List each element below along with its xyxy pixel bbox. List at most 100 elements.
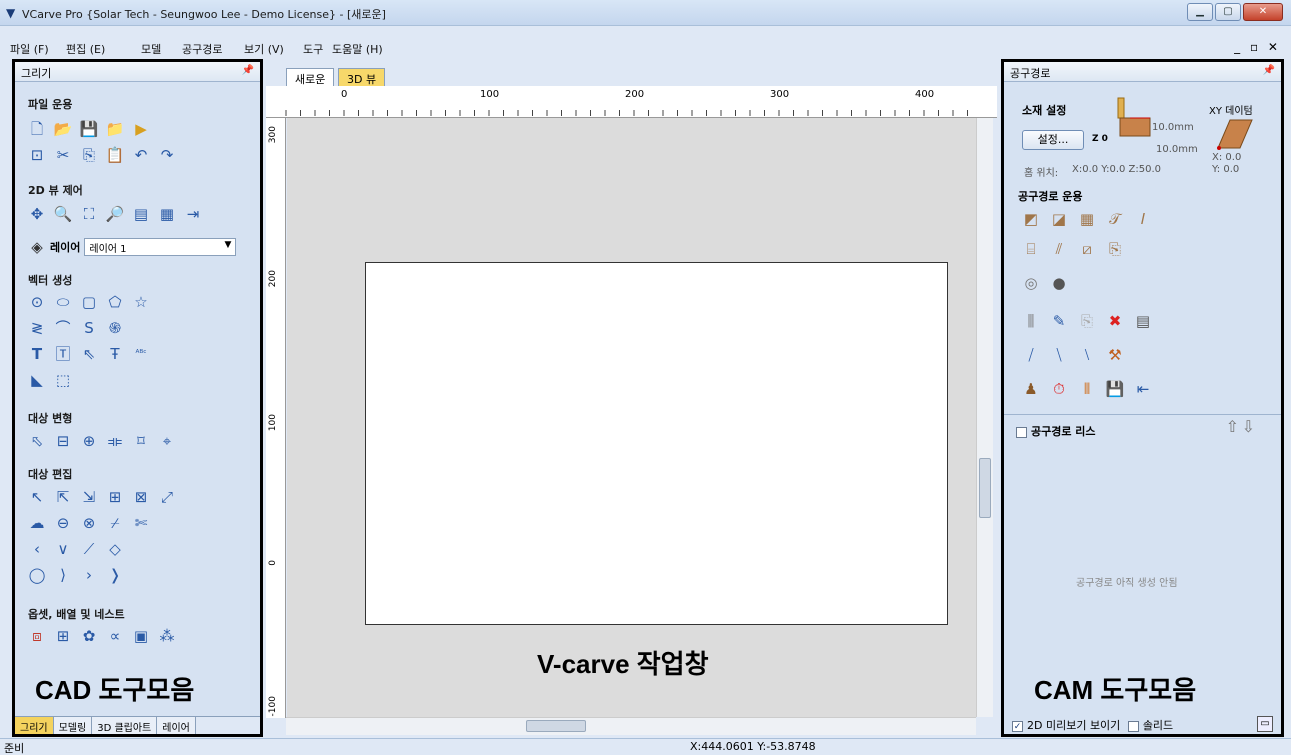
select-icon[interactable]: ↖: [28, 488, 46, 506]
chevron-icon[interactable]: ‹: [28, 540, 46, 558]
curve-icon[interactable]: S: [80, 319, 98, 337]
weld-icon[interactable]: ☁: [28, 514, 46, 532]
offset-icon[interactable]: ⧈: [28, 627, 46, 645]
new-file-icon[interactable]: 🗋: [28, 120, 46, 138]
circle-icon[interactable]: ⊙: [28, 293, 46, 311]
tool-database-icon[interactable]: ⫼: [1022, 312, 1040, 330]
move-up-icon[interactable]: ⇧: [1226, 417, 1239, 436]
import-vector-icon[interactable]: ◣: [28, 371, 46, 389]
circular-array-icon[interactable]: ✿: [80, 627, 98, 645]
time-estimate-icon[interactable]: ⏱: [1050, 380, 1068, 398]
preview-all-icon[interactable]: ⧹: [1050, 346, 1068, 364]
open-file-icon[interactable]: 📂: [54, 120, 73, 138]
move-icon[interactable]: ⬁: [28, 432, 46, 450]
zoom-box-icon[interactable]: 🔍: [54, 205, 73, 223]
pan-icon[interactable]: ✥: [28, 205, 46, 223]
xy-datum-diagram[interactable]: [1214, 116, 1254, 152]
dimension-icon[interactable]: ⬚: [54, 371, 72, 389]
export-toolpath-icon[interactable]: ⇤: [1134, 380, 1152, 398]
delete-toolpath-icon[interactable]: ✖: [1106, 312, 1124, 330]
material-setup-button[interactable]: 설정...: [1022, 130, 1084, 150]
vertical-scrollbar[interactable]: [976, 118, 993, 717]
import-bitmap-icon[interactable]: ▶: [132, 120, 150, 138]
prism-toolpath-icon[interactable]: ⧄: [1078, 240, 1096, 258]
polygon-icon[interactable]: ⬠: [106, 293, 124, 311]
tab-layers[interactable]: 레이어: [157, 717, 196, 734]
preview-checkbox[interactable]: [1012, 720, 1023, 732]
polyline-icon[interactable]: ≷: [28, 319, 46, 337]
engrave-toolpath-icon[interactable]: 𝐼: [1134, 210, 1152, 228]
anchor-tool-icon[interactable]: ♟: [1022, 380, 1040, 398]
text-icon[interactable]: T: [28, 345, 46, 363]
curve-fit-icon[interactable]: ❭: [106, 566, 124, 584]
horizontal-scrollbar[interactable]: [286, 717, 976, 735]
toolpath-list-checkbox[interactable]: [1016, 426, 1027, 438]
calculator-icon[interactable]: ▤: [1134, 312, 1152, 330]
copy-toolpath-icon[interactable]: ⎘: [1078, 312, 1096, 330]
pin-icon[interactable]: 📌: [242, 65, 254, 76]
extend-icon[interactable]: ⟋: [80, 540, 98, 558]
tab-3d-view[interactable]: 3D 뷰: [338, 68, 386, 86]
save-icon[interactable]: 💾: [80, 120, 99, 138]
spiral-icon[interactable]: ֍: [106, 319, 124, 337]
center-icon[interactable]: ⌖: [158, 432, 176, 450]
solid-checkbox[interactable]: [1127, 720, 1139, 732]
array-grid-icon[interactable]: ⊞: [54, 627, 72, 645]
drawing-canvas[interactable]: V-carve 작업창: [287, 118, 983, 717]
tab-clipart[interactable]: 3D 클립아트: [92, 717, 158, 734]
vertical-scroll-thumb[interactable]: [979, 458, 991, 518]
mdi-controls[interactable]: _ ▫ ✕: [1234, 40, 1281, 54]
bracket-icon[interactable]: ›: [80, 566, 98, 584]
menu-model[interactable]: 모델: [141, 41, 161, 57]
scale-icon[interactable]: ⊟: [54, 432, 72, 450]
profile-toolpath-icon[interactable]: ◩: [1022, 210, 1040, 228]
menu-toolpaths[interactable]: 공구경로: [182, 41, 222, 57]
subtract-icon[interactable]: ⊖: [54, 514, 72, 532]
paste-icon[interactable]: 📋: [106, 146, 125, 164]
trim-icon[interactable]: ⌿: [106, 514, 124, 532]
inlay-toolpath-icon[interactable]: ⎘: [1106, 240, 1124, 258]
star-icon[interactable]: ☆: [132, 293, 150, 311]
pin-icon[interactable]: 📌: [1263, 65, 1275, 76]
save-toolpath-icon[interactable]: 💾: [1106, 380, 1125, 398]
nest-parts-icon[interactable]: ⁂: [158, 627, 176, 645]
horizontal-scroll-thumb[interactable]: [526, 720, 586, 732]
layer-dropdown[interactable]: 레이어 1 ▼: [84, 238, 237, 256]
distort-icon[interactable]: ⌑: [132, 432, 150, 450]
maximize-button[interactable]: ▢: [1215, 3, 1241, 21]
menu-file[interactable]: 파일 (F): [10, 41, 49, 57]
group-icon[interactable]: ⊞: [106, 488, 124, 506]
tab-modeling[interactable]: 모델링: [53, 717, 93, 734]
measure-icon[interactable]: ⤢: [158, 488, 176, 506]
cut-icon[interactable]: ✂: [54, 146, 72, 164]
view-grid-icon[interactable]: ▤: [132, 205, 150, 223]
copy-icon[interactable]: ⎘: [80, 146, 98, 164]
nest-icon[interactable]: ▣: [132, 627, 150, 645]
pocket-toolpath-icon[interactable]: ◪: [1050, 210, 1068, 228]
menu-view[interactable]: 보기 (V): [244, 41, 284, 57]
preview-toolpath-icon[interactable]: ⧸: [1022, 346, 1040, 364]
text-edit-icon[interactable]: Ŧ: [106, 345, 124, 363]
zoom-fit-icon[interactable]: ⛶: [80, 205, 98, 223]
menu-edit[interactable]: 편집 (E): [66, 41, 105, 57]
menu-help[interactable]: 도움말 (H): [332, 41, 383, 57]
node-edit-icon[interactable]: ⇱: [54, 488, 72, 506]
view-layout-icon[interactable]: ▦: [158, 205, 176, 223]
minimize-button[interactable]: ▁: [1187, 3, 1213, 21]
ungroup-icon[interactable]: ⊠: [132, 488, 150, 506]
text-select-icon[interactable]: ⇖: [80, 345, 98, 363]
merge-toolpath-icon[interactable]: ⫴: [1078, 380, 1096, 398]
edit-toolpath-icon[interactable]: ✎: [1050, 312, 1068, 330]
ellipse-icon[interactable]: ⬭: [54, 293, 72, 311]
align-icon[interactable]: ⊕: [80, 432, 98, 450]
3d-roughing-icon[interactable]: ◎: [1022, 274, 1040, 292]
scissors-icon[interactable]: ✄: [132, 514, 150, 532]
close-vector-icon[interactable]: ⟩: [54, 566, 72, 584]
fluting-toolpath-icon[interactable]: ⌸: [1022, 240, 1040, 258]
preview-settings-icon[interactable]: ▭: [1257, 716, 1273, 732]
select-all-icon[interactable]: ⊡: [28, 146, 46, 164]
vcarve-toolpath-icon[interactable]: 𝒯: [1106, 210, 1124, 228]
text-on-curve-icon[interactable]: ᴬᴮᶜ: [132, 345, 150, 363]
mirror-icon[interactable]: ⟚: [106, 432, 124, 450]
texture-toolpath-icon[interactable]: ⫽: [1050, 240, 1068, 258]
